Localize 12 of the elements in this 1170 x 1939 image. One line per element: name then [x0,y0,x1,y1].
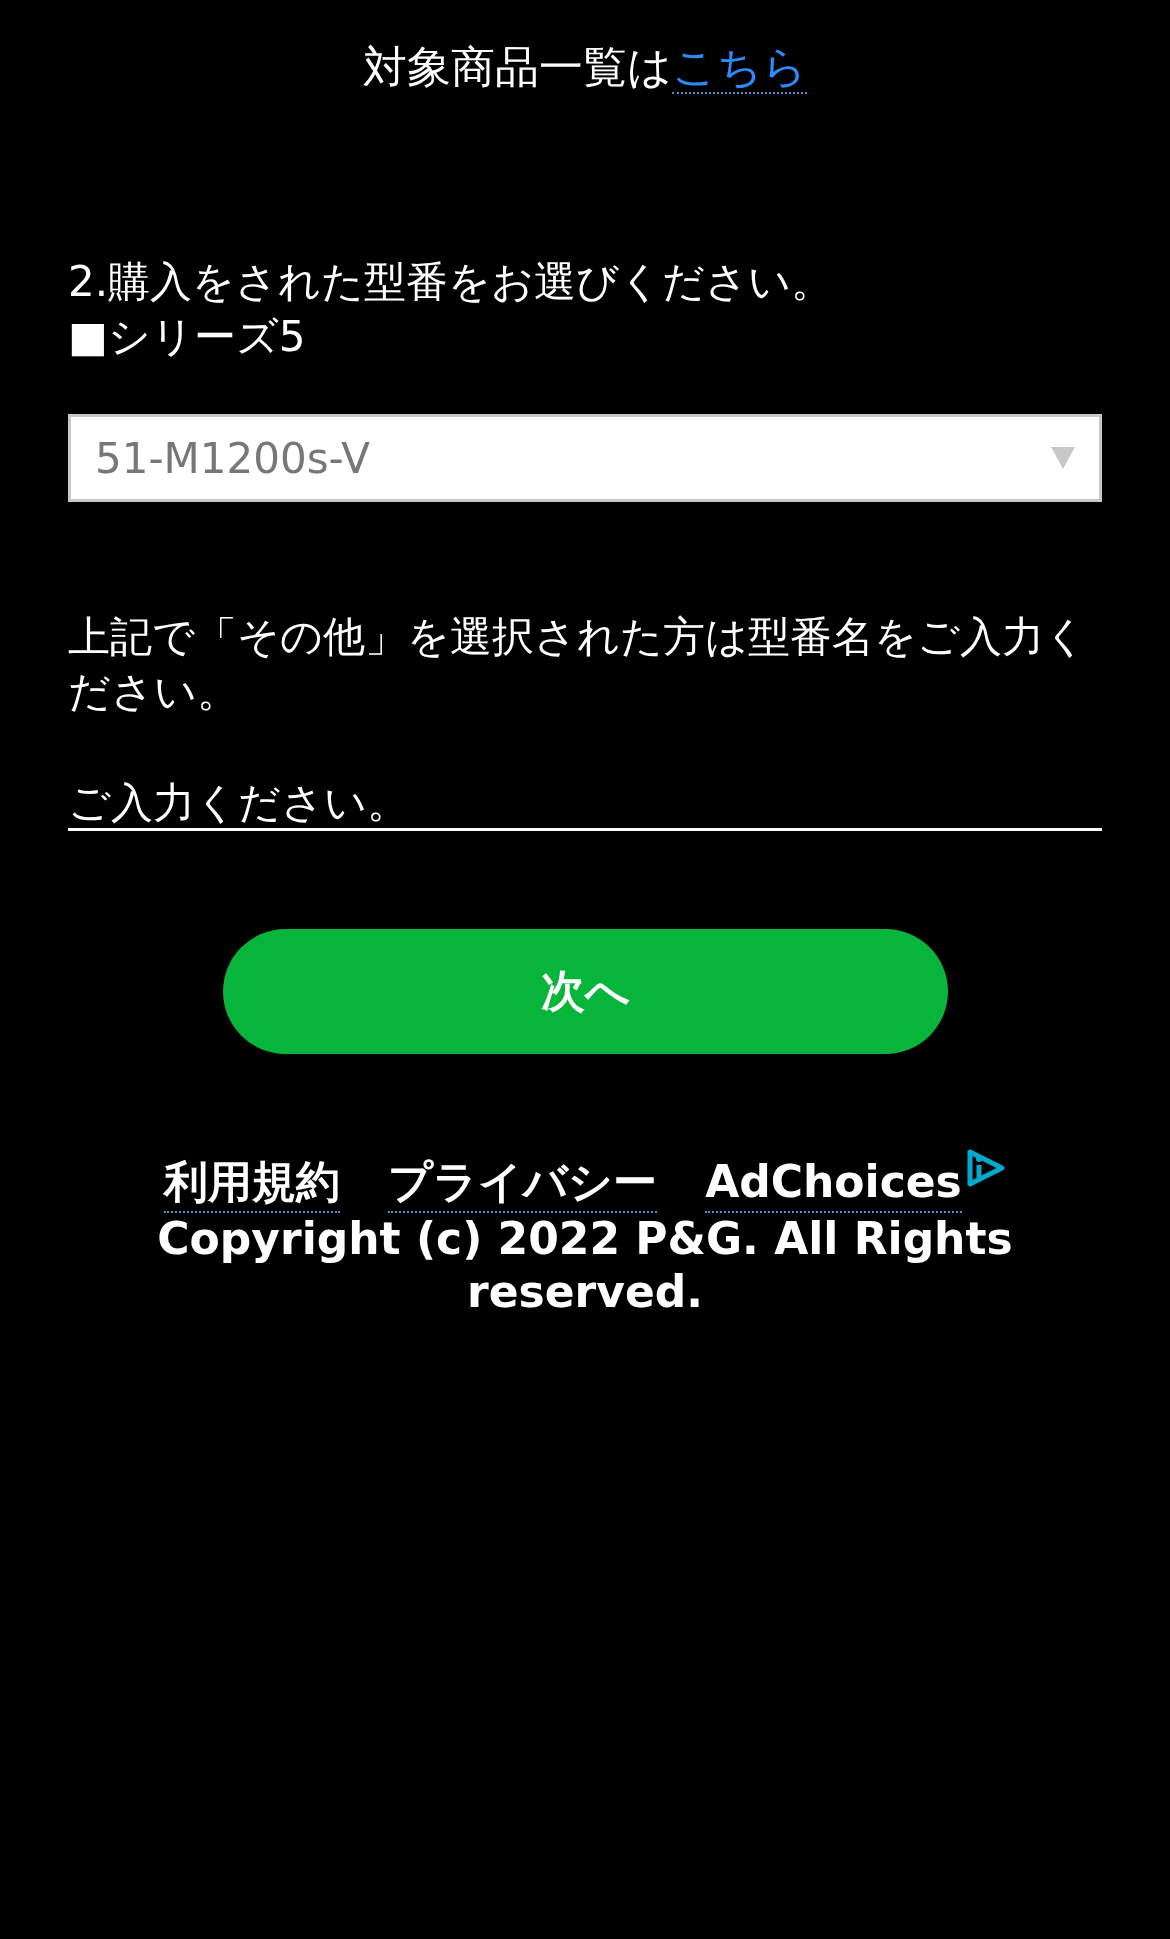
model-select[interactable]: 51-M1200s-V [68,414,1102,503]
copyright-text: Copyright (c) 2022 P&G. All Rights reserved. [156,1212,1014,1319]
caret-icon [1051,447,1075,470]
list-link[interactable]: こちら [672,41,807,94]
input-field[interactable]: ご入力ください。 [68,777,1102,831]
instruction-text: 上記で「その他」を選択された方は型番名をご入力ください。 [68,611,1088,718]
header-text: 対象商品一覧は [363,41,672,92]
question-title: 2.購入をされた型番をお選びください。 [68,256,835,309]
series-label: ■シリーズ5 [68,310,307,363]
footer-link[interactable]: 利用規約 [164,1155,341,1213]
footer-link[interactable]: プライバシー [388,1155,658,1213]
adchoices-link[interactable]: AdChoices [705,1155,962,1213]
